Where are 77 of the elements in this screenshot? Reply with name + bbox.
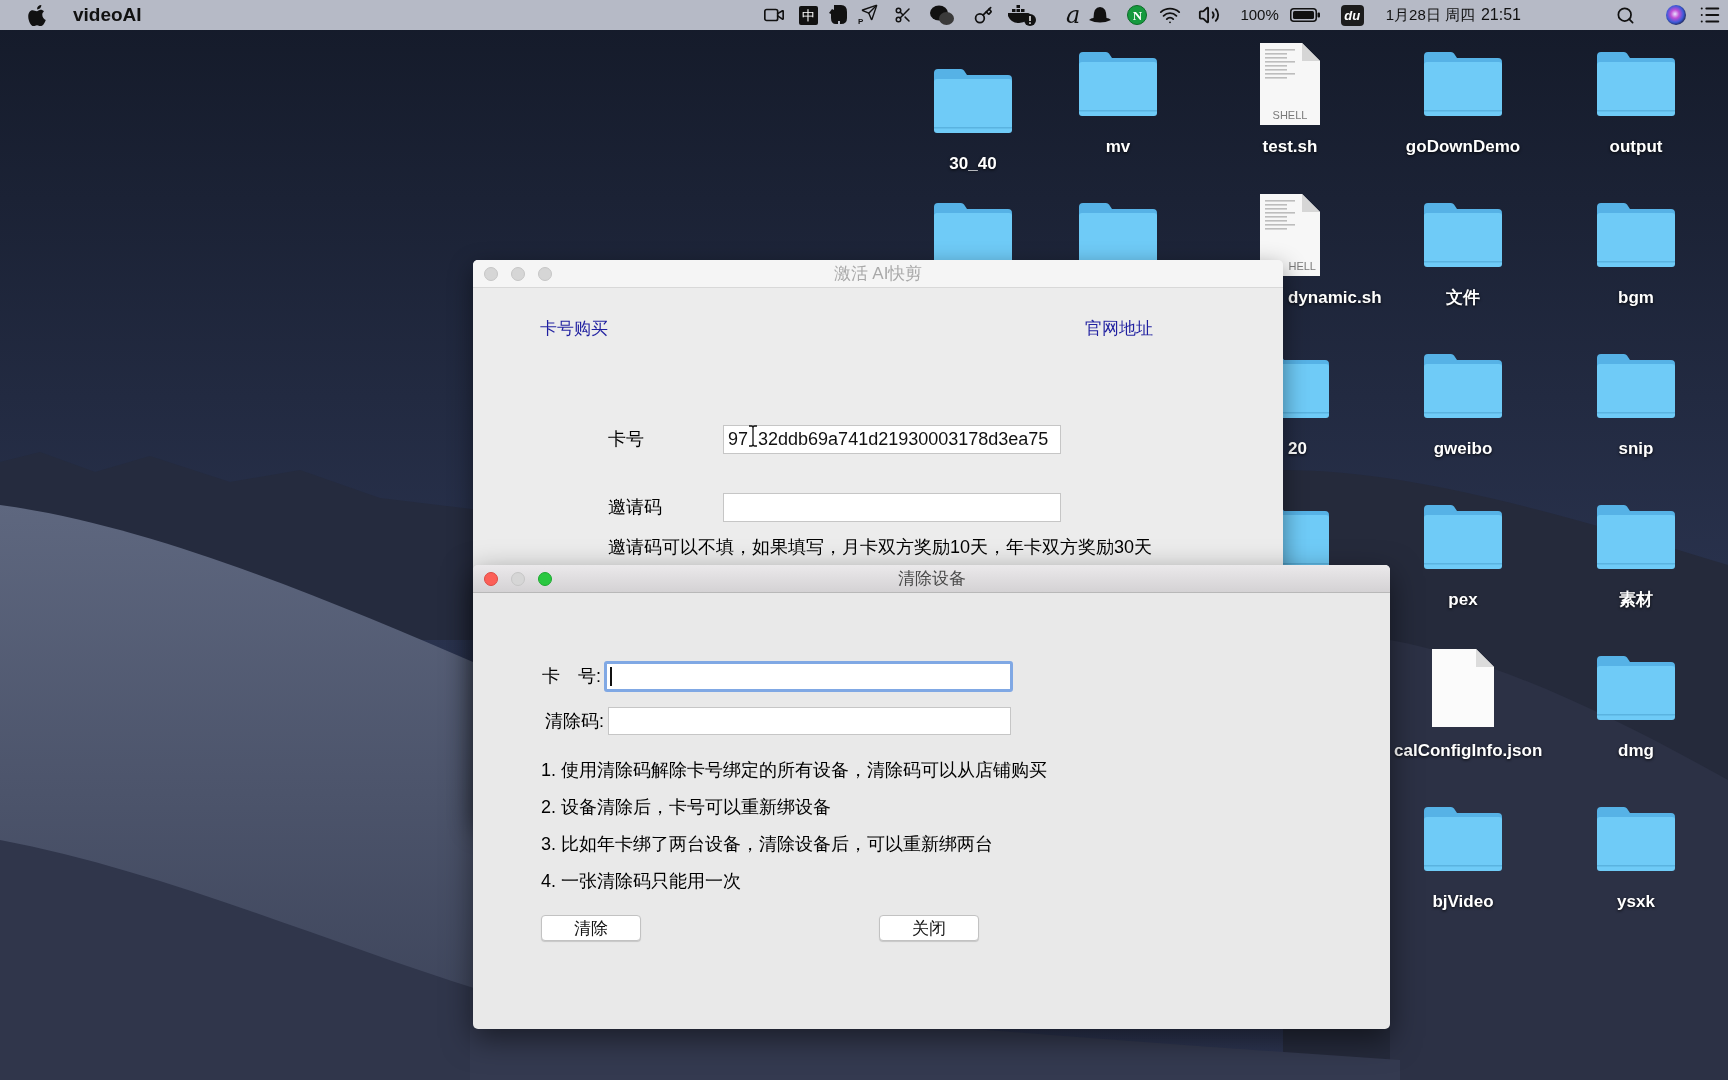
- folder-icon[interactable]: [1596, 202, 1676, 268]
- desktop-item-label[interactable]: dynamic.sh: [1288, 288, 1382, 308]
- volume-icon[interactable]: [1198, 4, 1221, 26]
- signature-status-button[interactable]: a: [1066, 3, 1081, 27]
- desktop-item-label[interactable]: pex: [1448, 590, 1478, 610]
- battery-percentage: 100%: [1240, 4, 1279, 25]
- field-label: 卡号: [608, 428, 644, 451]
- gradient-orb-icon[interactable]: [1666, 5, 1686, 25]
- app-menu[interactable]: videoAI: [73, 0, 142, 30]
- scissors-icon[interactable]: [894, 6, 913, 24]
- bowler-hat-icon[interactable]: [1089, 7, 1112, 23]
- invite-code-field[interactable]: [723, 493, 1061, 522]
- chat-bubbles-icon[interactable]: [930, 5, 955, 25]
- clear-button[interactable]: 清除: [541, 915, 641, 941]
- script-file-icon[interactable]: [1260, 43, 1320, 125]
- menu-bar-clock[interactable]: 21:51: [1480, 3, 1521, 27]
- desktop-item-label[interactable]: mv: [1105, 137, 1131, 157]
- input-field[interactable]: [604, 661, 1013, 692]
- card-number-field[interactable]: 97 32ddb69a741d21930003178d3ea75: [723, 425, 1061, 454]
- elephant-icon[interactable]: [829, 5, 848, 25]
- desktop-item-label[interactable]: ysxk: [1617, 892, 1655, 912]
- desktop-item-label[interactable]: gweibo: [1433, 439, 1493, 459]
- folder-icon[interactable]: [933, 68, 1013, 134]
- desktop-item-label[interactable]: 20: [1288, 439, 1307, 459]
- paper-plane-icon: [861, 4, 879, 21]
- folder-icon[interactable]: [1596, 51, 1676, 117]
- whale-icon[interactable]: [1008, 4, 1037, 26]
- text-link[interactable]: 卡号购买: [540, 319, 608, 339]
- desktop-item-label[interactable]: test.sh: [1262, 137, 1318, 157]
- document-icon[interactable]: [1432, 649, 1494, 727]
- desktop-item-label[interactable]: output: [1609, 137, 1663, 157]
- desktop-item-label[interactable]: calConfigInfo.json: [1394, 741, 1543, 761]
- app-tile-button[interactable]: du: [1340, 4, 1364, 26]
- window-title: 激活 AI快剪: [833, 262, 923, 285]
- hint-text: 邀请码可以不填，如果填写，月卡双方奖励10天，年卡双方奖励30天: [608, 536, 1153, 559]
- input-field[interactable]: [608, 707, 1011, 735]
- desktop-item-label[interactable]: dmg: [1618, 741, 1654, 761]
- folder-icon[interactable]: [1596, 806, 1676, 872]
- menu-bar-date[interactable]: 1月28日 周四: [1385, 3, 1475, 27]
- search-icon[interactable]: [1616, 5, 1635, 25]
- text-link[interactable]: 官网地址: [1085, 319, 1153, 339]
- desktop-item-label[interactable]: 文件: [1446, 288, 1480, 308]
- instruction-text: 3. 比如年卡绑了两台设备，清除设备后，可以重新绑两台: [541, 833, 993, 856]
- desktop-item-label[interactable]: 素材: [1619, 590, 1653, 610]
- folder-icon[interactable]: [1596, 655, 1676, 721]
- file-type-label: SHELL: [1272, 110, 1308, 121]
- folder-icon[interactable]: [1596, 353, 1676, 419]
- folder-icon[interactable]: [1423, 806, 1503, 872]
- desktop-item-label[interactable]: goDownDemo: [1405, 137, 1521, 157]
- folder-icon[interactable]: [1423, 202, 1503, 268]
- input-method-button[interactable]: 中: [799, 5, 819, 25]
- desktop-item-label[interactable]: snip: [1618, 439, 1654, 459]
- apple-logo-icon[interactable]: [28, 4, 46, 26]
- close-button[interactable]: 关闭: [879, 915, 979, 941]
- send-status-button[interactable]: P: [856, 4, 879, 26]
- text-cursor-icon: [748, 424, 759, 447]
- text-caret-icon: [610, 667, 612, 686]
- folder-icon[interactable]: [1423, 353, 1503, 419]
- instruction-text: 1. 使用清除码解除卡号绑定的所有设备，清除码可以从店铺购买: [541, 759, 1047, 782]
- field-label: 邀请码: [608, 496, 662, 519]
- instruction-text: 2. 设备清除后，卡号可以重新绑设备: [541, 796, 831, 819]
- folder-icon[interactable]: [1423, 51, 1503, 117]
- field-label: 清除码:: [545, 709, 604, 733]
- battery-icon[interactable]: [1289, 8, 1320, 22]
- folder-icon[interactable]: [1423, 504, 1503, 570]
- window-title: 清除设备: [897, 567, 966, 590]
- key-icon[interactable]: [974, 5, 994, 25]
- folder-icon[interactable]: [1078, 51, 1158, 117]
- instruction-text: 4. 一张清除码只能用一次: [541, 870, 741, 893]
- desktop-item-label[interactable]: bgm: [1618, 288, 1654, 308]
- file-type-label: HELL: [1288, 261, 1316, 272]
- field-label: 卡 号:: [542, 665, 601, 688]
- desktop-item-label[interactable]: 30_40: [949, 154, 997, 174]
- folder-icon[interactable]: [1596, 504, 1676, 570]
- desktop-item-label[interactable]: bjVideo: [1432, 892, 1494, 912]
- window-close-button[interactable]: [484, 571, 498, 586]
- letter-status-button[interactable]: N: [1127, 5, 1148, 25]
